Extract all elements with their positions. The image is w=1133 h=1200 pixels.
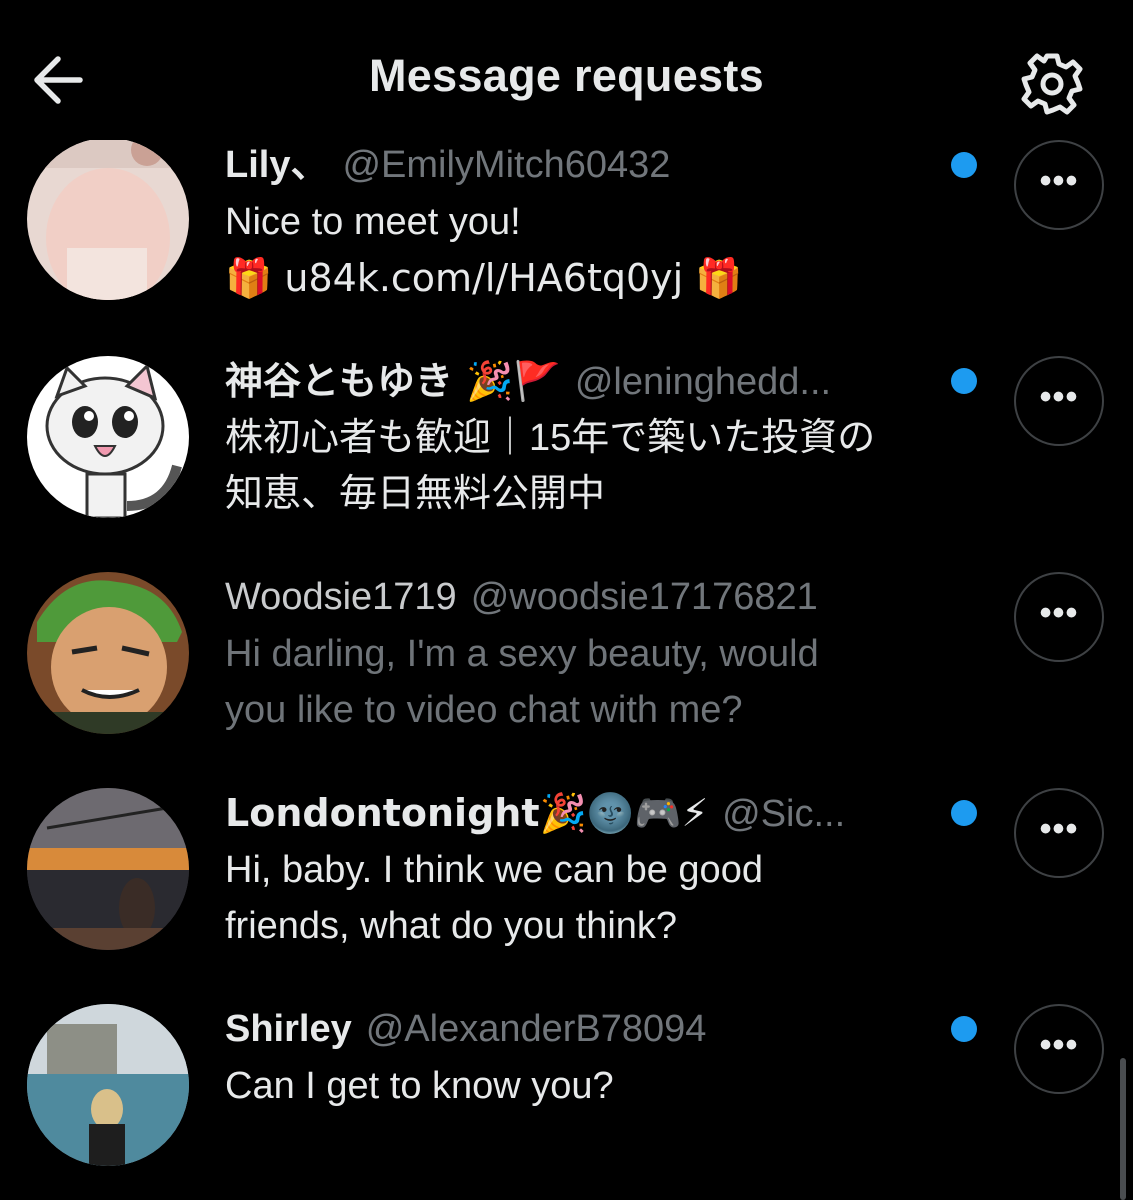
avatar[interactable] [27,138,189,300]
list-item[interactable]: Lily、 @EmilyMitch60432 Nice to meet you! … [0,138,1133,356]
message-line: Can I get to know you? [225,1065,614,1107]
name-line: Shirley @AlexanderB78094 [225,1004,925,1054]
list-item[interactable]: 神谷ともゆき 🎉🚩 @leninghedd... 株初心者も歓迎｜15年で築いた投… [0,356,1133,572]
message-line: Nice to meet you! [225,201,521,243]
gear-icon [1021,53,1083,115]
unread-indicator [951,800,977,826]
message-preview: 株初心者も歓迎｜15年で築いた投資の 知恵、毎日無料公開中 [225,410,965,522]
more-options-button[interactable]: ••• [1014,788,1104,878]
more-options-button[interactable]: ••• [1014,1004,1104,1094]
handle: @woodsie17176821 [470,576,818,618]
name-line: 神谷ともゆき 🎉🚩 @leninghedd... [225,356,925,406]
more-options-button[interactable]: ••• [1014,140,1104,230]
name-line: Lily、 @EmilyMitch60432 [225,140,925,190]
message-requests-screen: Message requests Lily、 @EmilyMitch60432 … [0,0,1133,1200]
page-title: Message requests [369,50,764,101]
message-preview: Nice to meet you! 🎁 u84k.com/l/HA6tq0yj … [225,194,965,306]
name-line: Woodsie1719 @woodsie17176821 [225,572,925,622]
scrollbar[interactable] [1120,1058,1126,1200]
avatar[interactable] [27,788,189,950]
message-line: friends, what do you think? [225,905,678,947]
header: Message requests [0,0,1133,140]
message-preview: Can I get to know you? [225,1058,965,1114]
avatar[interactable] [27,572,189,734]
message-preview: Hi, baby. I think we can be good friends… [225,842,965,954]
message-line: 🎁 u84k.com/l/HA6tq0yj 🎁 [225,256,743,300]
display-name: 神谷ともゆき 🎉🚩 [225,359,561,403]
display-name: Shirley [225,1008,352,1050]
handle: @leninghedd... [574,361,832,403]
avatar[interactable] [27,1004,189,1166]
message-line: 株初心者も歓迎｜15年で築いた投資の [225,417,876,459]
request-list: Lily、 @EmilyMitch60432 Nice to meet you! … [0,138,1133,1200]
unread-indicator [951,1016,977,1042]
message-line: you like to video chat with me? [225,689,743,731]
name-line: Londontonight🎉🌚🎮⚡ @Sic... [225,788,925,838]
list-item[interactable]: Londontonight🎉🌚🎮⚡ @Sic... Hi, baby. I thi… [0,788,1133,1004]
settings-button[interactable] [1014,46,1090,122]
more-options-button[interactable]: ••• [1014,356,1104,446]
display-name: Lily、 [225,144,329,186]
display-name: Londontonight🎉🌚🎮⚡ [225,791,709,835]
message-line: Hi, baby. I think we can be good [225,849,763,891]
message-line: 知恵、毎日無料公開中 [225,473,606,515]
avatar[interactable] [27,356,189,518]
unread-indicator [951,368,977,394]
list-item[interactable]: Shirley @AlexanderB78094 Can I get to kno… [0,1004,1133,1200]
message-preview: Hi darling, I'm a sexy beauty, would you… [225,626,965,738]
handle: @AlexanderB78094 [365,1008,707,1050]
more-options-button[interactable]: ••• [1014,572,1104,662]
display-name: Woodsie1719 [225,576,457,618]
handle: @EmilyMitch60432 [342,144,671,186]
handle: @Sic... [722,793,846,835]
message-line: Hi darling, I'm a sexy beauty, would [225,633,819,675]
unread-indicator [951,152,977,178]
list-item[interactable]: Woodsie1719 @woodsie17176821 Hi darling, … [0,572,1133,788]
